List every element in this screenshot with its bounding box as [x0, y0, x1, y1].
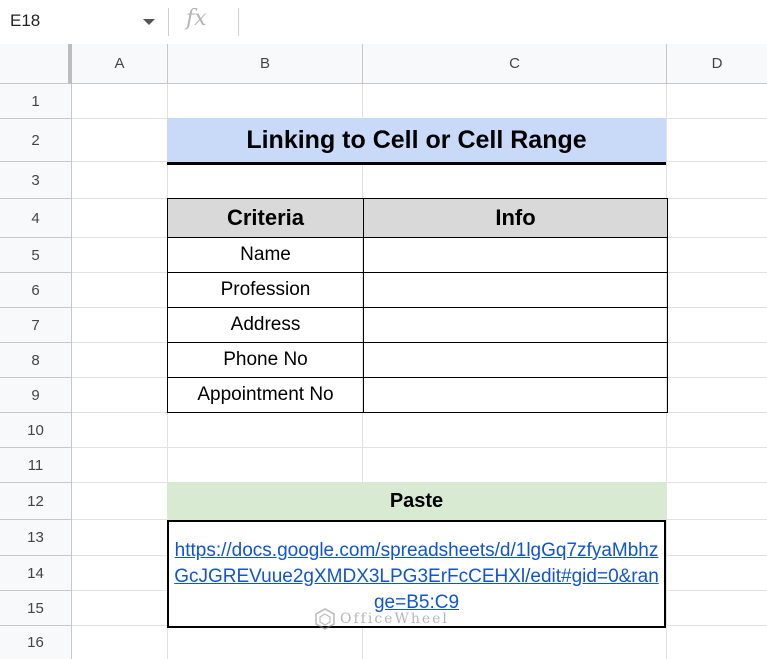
row-header-13[interactable]: 13: [0, 520, 72, 556]
row-header-6[interactable]: 6: [0, 273, 72, 308]
row-header-8[interactable]: 8: [0, 343, 72, 378]
name-box-dropdown-icon[interactable]: [143, 19, 155, 25]
select-all-corner[interactable]: [0, 44, 72, 84]
table-row: Name: [167, 237, 668, 273]
info-cell[interactable]: [363, 377, 668, 413]
criteria-cell[interactable]: Appointment No: [167, 377, 364, 413]
row-header-15[interactable]: 15: [0, 591, 72, 626]
watermark: OfficeWheel: [314, 608, 449, 630]
formula-bar: E18 fx: [0, 0, 767, 45]
row-header-2[interactable]: 2: [0, 119, 72, 162]
column-header-a[interactable]: A: [72, 44, 168, 84]
info-cell[interactable]: [363, 342, 668, 378]
row-header-5[interactable]: 5: [0, 238, 72, 273]
column-header-d[interactable]: D: [667, 44, 767, 84]
row-header-10[interactable]: 10: [0, 413, 72, 448]
criteria-cell[interactable]: Phone No: [167, 342, 364, 378]
info-cell[interactable]: [363, 307, 668, 343]
divider: [168, 8, 169, 36]
pasted-link[interactable]: https://docs.google.com/spreadsheets/d/1…: [173, 538, 660, 616]
table-header-row: Criteria Info: [167, 198, 668, 238]
table-row: Appointment No: [167, 377, 668, 413]
gridline: [72, 447, 767, 448]
watermark-text: OfficeWheel: [340, 611, 449, 627]
info-cell[interactable]: [363, 272, 668, 308]
officewheel-logo-icon: [315, 608, 335, 630]
row-header-9[interactable]: 9: [0, 378, 72, 413]
row-header-1[interactable]: 1: [0, 84, 72, 119]
criteria-cell[interactable]: Address: [167, 307, 364, 343]
fx-icon: fx: [186, 6, 207, 31]
paste-header[interactable]: Paste: [167, 482, 666, 520]
table-row: Profession: [167, 272, 668, 308]
table-row: Phone No: [167, 342, 668, 378]
row-header-7[interactable]: 7: [0, 308, 72, 343]
criteria-cell[interactable]: Name: [167, 237, 364, 273]
sheet-title[interactable]: Linking to Cell or Cell Range: [167, 118, 666, 165]
column-header-c[interactable]: C: [363, 44, 667, 84]
info-cell[interactable]: [363, 237, 668, 273]
row-header-16[interactable]: 16: [0, 626, 72, 659]
header-criteria[interactable]: Criteria: [167, 198, 364, 238]
column-header-b[interactable]: B: [168, 44, 363, 84]
row-header-3[interactable]: 3: [0, 162, 72, 199]
criteria-cell[interactable]: Profession: [167, 272, 364, 308]
divider: [238, 8, 239, 36]
name-box[interactable]: E18: [10, 11, 40, 31]
table-row: Address: [167, 307, 668, 343]
row-header-14[interactable]: 14: [0, 556, 72, 591]
criteria-table: Criteria Info Name Profession Address Ph…: [167, 198, 668, 413]
header-info[interactable]: Info: [363, 198, 668, 238]
row-header-11[interactable]: 11: [0, 448, 72, 483]
row-header-4[interactable]: 4: [0, 199, 72, 238]
formula-input[interactable]: [250, 11, 750, 33]
row-header-12[interactable]: 12: [0, 483, 72, 520]
